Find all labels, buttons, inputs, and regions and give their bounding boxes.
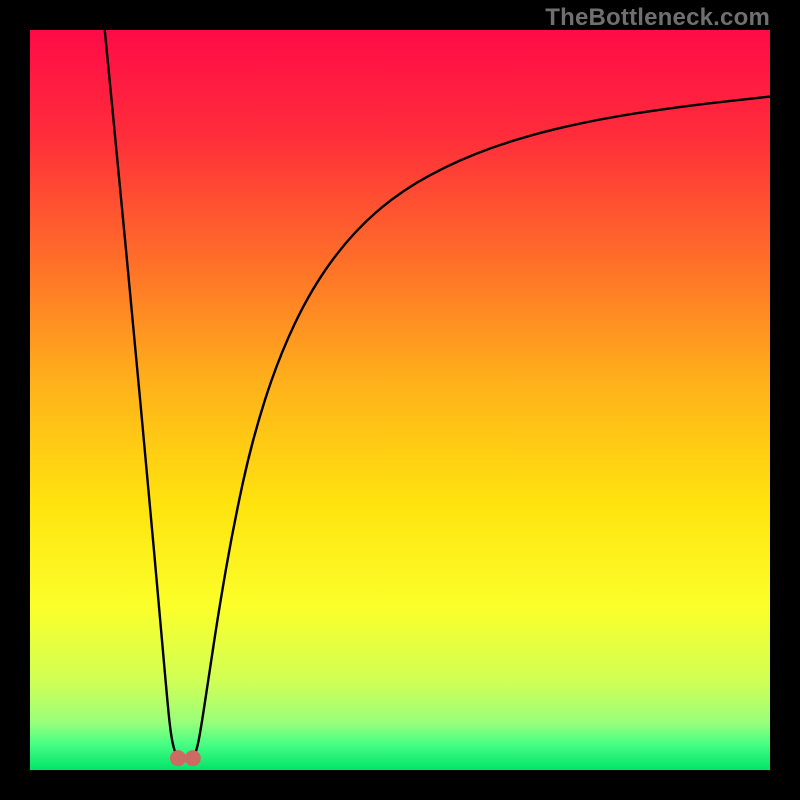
watermark-text: TheBottleneck.com [545,4,770,32]
plot-area [30,30,770,770]
chart-frame: TheBottleneck.com [0,0,800,800]
marker-valley-right [185,750,201,766]
chart-svg [30,30,770,770]
marker-valley-left [170,750,186,766]
